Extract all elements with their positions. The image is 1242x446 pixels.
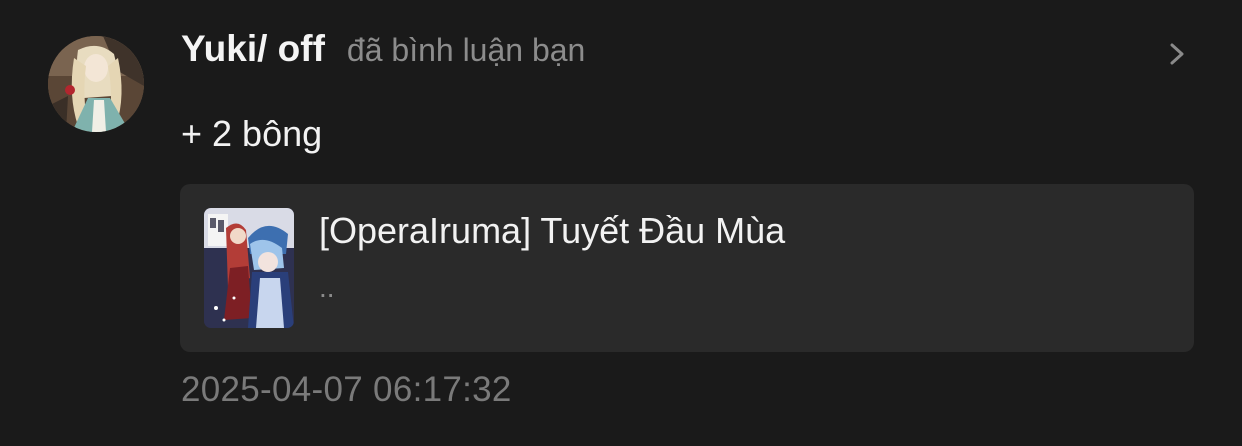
comment-text: + 2 bông	[181, 113, 323, 154]
username[interactable]: Yuki/ off	[181, 28, 325, 70]
avatar[interactable]	[48, 36, 144, 132]
story-excerpt: ..	[319, 272, 335, 303]
chevron-right-icon[interactable]	[1163, 38, 1191, 70]
notification-header: Yuki/ off đã bình luận bạn	[181, 28, 585, 76]
action-text: đã bình luận bạn	[346, 32, 586, 68]
story-card[interactable]: [OperaIruma] Tuyết Đầu Mùa ..	[180, 184, 1194, 352]
story-title: [OperaIruma] Tuyết Đầu Mùa	[319, 210, 786, 251]
avatar-image	[48, 36, 144, 132]
notification-item[interactable]: Yuki/ off đã bình luận bạn + 2 bông [Ope…	[0, 0, 1242, 446]
timestamp: 2025-04-07 06:17:32	[181, 370, 512, 409]
story-thumbnail	[204, 208, 294, 328]
